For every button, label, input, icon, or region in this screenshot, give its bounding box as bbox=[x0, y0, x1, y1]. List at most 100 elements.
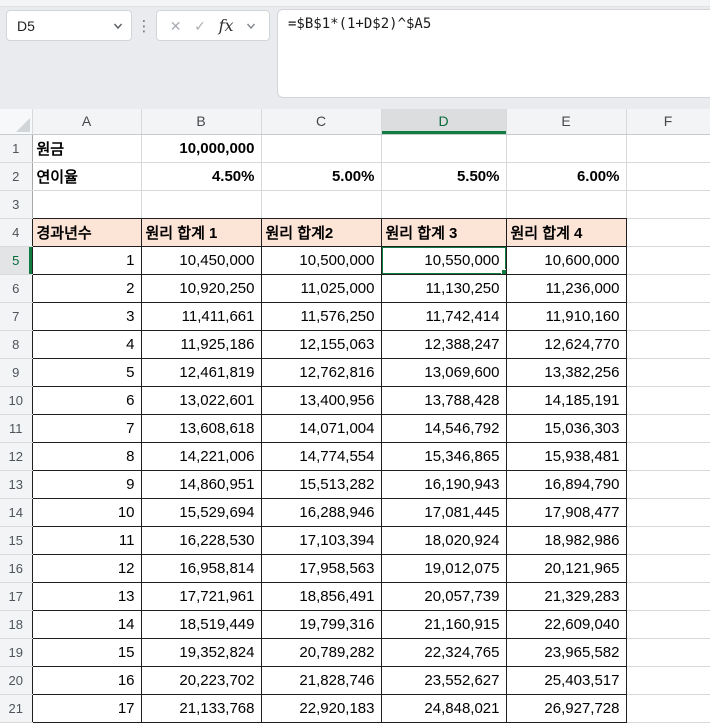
insert-function-icon[interactable]: fx bbox=[219, 18, 234, 34]
cell-A9[interactable]: 5 bbox=[32, 358, 141, 386]
cell-B21[interactable]: 21,133,768 bbox=[141, 694, 261, 722]
cell-D14[interactable]: 17,081,445 bbox=[381, 498, 506, 526]
cell-B18[interactable]: 18,519,449 bbox=[141, 610, 261, 638]
row-header-13[interactable]: 13 bbox=[0, 470, 32, 498]
cell-E5[interactable]: 10,600,000 bbox=[506, 246, 626, 274]
cell-C8[interactable]: 12,155,063 bbox=[261, 330, 381, 358]
cell-E15[interactable]: 18,982,986 bbox=[506, 526, 626, 554]
cell-D19[interactable]: 22,324,765 bbox=[381, 638, 506, 666]
cell-A3[interactable] bbox=[32, 190, 141, 218]
cell-C15[interactable]: 17,103,394 bbox=[261, 526, 381, 554]
cell-A19[interactable]: 15 bbox=[32, 638, 141, 666]
cell-B9[interactable]: 12,461,819 bbox=[141, 358, 261, 386]
cell-B5[interactable]: 10,450,000 bbox=[141, 246, 261, 274]
cell-C11[interactable]: 14,071,004 bbox=[261, 414, 381, 442]
cell-E16[interactable]: 20,121,965 bbox=[506, 554, 626, 582]
formula-input[interactable]: =$B$1*(1+D$2)^$A5 bbox=[277, 9, 710, 98]
cell-D20[interactable]: 23,552,627 bbox=[381, 666, 506, 694]
cell-A12[interactable]: 8 bbox=[32, 442, 141, 470]
cell-D18[interactable]: 21,160,915 bbox=[381, 610, 506, 638]
cell-F18[interactable] bbox=[626, 610, 710, 638]
cell-C12[interactable]: 14,774,554 bbox=[261, 442, 381, 470]
cell-A1[interactable]: 원금 bbox=[32, 134, 141, 162]
cell-B16[interactable]: 16,958,814 bbox=[141, 554, 261, 582]
chevron-down-icon[interactable] bbox=[113, 21, 123, 31]
row-header-17[interactable]: 17 bbox=[0, 582, 32, 610]
row-header-16[interactable]: 16 bbox=[0, 554, 32, 582]
cell-A11[interactable]: 7 bbox=[32, 414, 141, 442]
select-all-corner[interactable] bbox=[0, 109, 32, 134]
cell-F5[interactable] bbox=[626, 246, 710, 274]
cell-F1[interactable] bbox=[626, 134, 710, 162]
cell-F12[interactable] bbox=[626, 442, 710, 470]
cell-C10[interactable]: 13,400,956 bbox=[261, 386, 381, 414]
cell-F21[interactable] bbox=[626, 694, 710, 722]
cell-E13[interactable]: 16,894,790 bbox=[506, 470, 626, 498]
cell-D7[interactable]: 11,742,414 bbox=[381, 302, 506, 330]
cell-B19[interactable]: 19,352,824 bbox=[141, 638, 261, 666]
cell-B6[interactable]: 10,920,250 bbox=[141, 274, 261, 302]
chevron-down-icon[interactable] bbox=[246, 21, 256, 31]
row-header-12[interactable]: 12 bbox=[0, 442, 32, 470]
cell-E9[interactable]: 13,382,256 bbox=[506, 358, 626, 386]
cell-F19[interactable] bbox=[626, 638, 710, 666]
cell-A16[interactable]: 12 bbox=[32, 554, 141, 582]
cell-D16[interactable]: 19,012,075 bbox=[381, 554, 506, 582]
cell-B20[interactable]: 20,223,702 bbox=[141, 666, 261, 694]
cell-B17[interactable]: 17,721,961 bbox=[141, 582, 261, 610]
cell-A10[interactable]: 6 bbox=[32, 386, 141, 414]
cell-D15[interactable]: 18,020,924 bbox=[381, 526, 506, 554]
cell-A18[interactable]: 14 bbox=[32, 610, 141, 638]
cell-D9[interactable]: 13,069,600 bbox=[381, 358, 506, 386]
row-header-1[interactable]: 1 bbox=[0, 134, 32, 162]
row-header-18[interactable]: 18 bbox=[0, 610, 32, 638]
cell-B10[interactable]: 13,022,601 bbox=[141, 386, 261, 414]
cell-A17[interactable]: 13 bbox=[32, 582, 141, 610]
column-header-F[interactable]: F bbox=[626, 109, 710, 134]
cell-A2[interactable]: 연이율 bbox=[32, 162, 141, 190]
cell-E10[interactable]: 14,185,191 bbox=[506, 386, 626, 414]
cell-E17[interactable]: 21,329,283 bbox=[506, 582, 626, 610]
column-header-B[interactable]: B bbox=[141, 109, 261, 134]
cell-E11[interactable]: 15,036,303 bbox=[506, 414, 626, 442]
cancel-icon[interactable]: ✕ bbox=[170, 19, 182, 33]
cell-C4[interactable]: 원리 합계2 bbox=[261, 218, 381, 246]
row-header-19[interactable]: 19 bbox=[0, 638, 32, 666]
cell-F17[interactable] bbox=[626, 582, 710, 610]
cell-A7[interactable]: 3 bbox=[32, 302, 141, 330]
cell-B8[interactable]: 11,925,186 bbox=[141, 330, 261, 358]
row-header-11[interactable]: 11 bbox=[0, 414, 32, 442]
cell-C1[interactable] bbox=[261, 134, 381, 162]
cell-F20[interactable] bbox=[626, 666, 710, 694]
cell-B13[interactable]: 14,860,951 bbox=[141, 470, 261, 498]
row-header-9[interactable]: 9 bbox=[0, 358, 32, 386]
cell-C13[interactable]: 15,513,282 bbox=[261, 470, 381, 498]
cell-D11[interactable]: 14,546,792 bbox=[381, 414, 506, 442]
column-header-C[interactable]: C bbox=[261, 109, 381, 134]
row-header-8[interactable]: 8 bbox=[0, 330, 32, 358]
cell-A13[interactable]: 9 bbox=[32, 470, 141, 498]
cell-A21[interactable]: 17 bbox=[32, 694, 141, 722]
cell-F7[interactable] bbox=[626, 302, 710, 330]
cell-E6[interactable]: 11,236,000 bbox=[506, 274, 626, 302]
cell-C14[interactable]: 16,288,946 bbox=[261, 498, 381, 526]
column-header-E[interactable]: E bbox=[506, 109, 626, 134]
formula-bar-resize-handle[interactable]: ⋮ bbox=[138, 10, 150, 41]
cell-C16[interactable]: 17,958,563 bbox=[261, 554, 381, 582]
cell-E8[interactable]: 12,624,770 bbox=[506, 330, 626, 358]
row-header-15[interactable]: 15 bbox=[0, 526, 32, 554]
cell-D2[interactable]: 5.50% bbox=[381, 162, 506, 190]
cell-A15[interactable]: 11 bbox=[32, 526, 141, 554]
row-header-14[interactable]: 14 bbox=[0, 498, 32, 526]
row-header-2[interactable]: 2 bbox=[0, 162, 32, 190]
cell-E12[interactable]: 15,938,481 bbox=[506, 442, 626, 470]
row-header-3[interactable]: 3 bbox=[0, 190, 32, 218]
cell-F4[interactable] bbox=[626, 218, 710, 246]
cell-E1[interactable] bbox=[506, 134, 626, 162]
cell-E2[interactable]: 6.00% bbox=[506, 162, 626, 190]
cell-C6[interactable]: 11,025,000 bbox=[261, 274, 381, 302]
cell-C9[interactable]: 12,762,816 bbox=[261, 358, 381, 386]
cell-A6[interactable]: 2 bbox=[32, 274, 141, 302]
cell-E21[interactable]: 26,927,728 bbox=[506, 694, 626, 722]
cell-E18[interactable]: 22,609,040 bbox=[506, 610, 626, 638]
